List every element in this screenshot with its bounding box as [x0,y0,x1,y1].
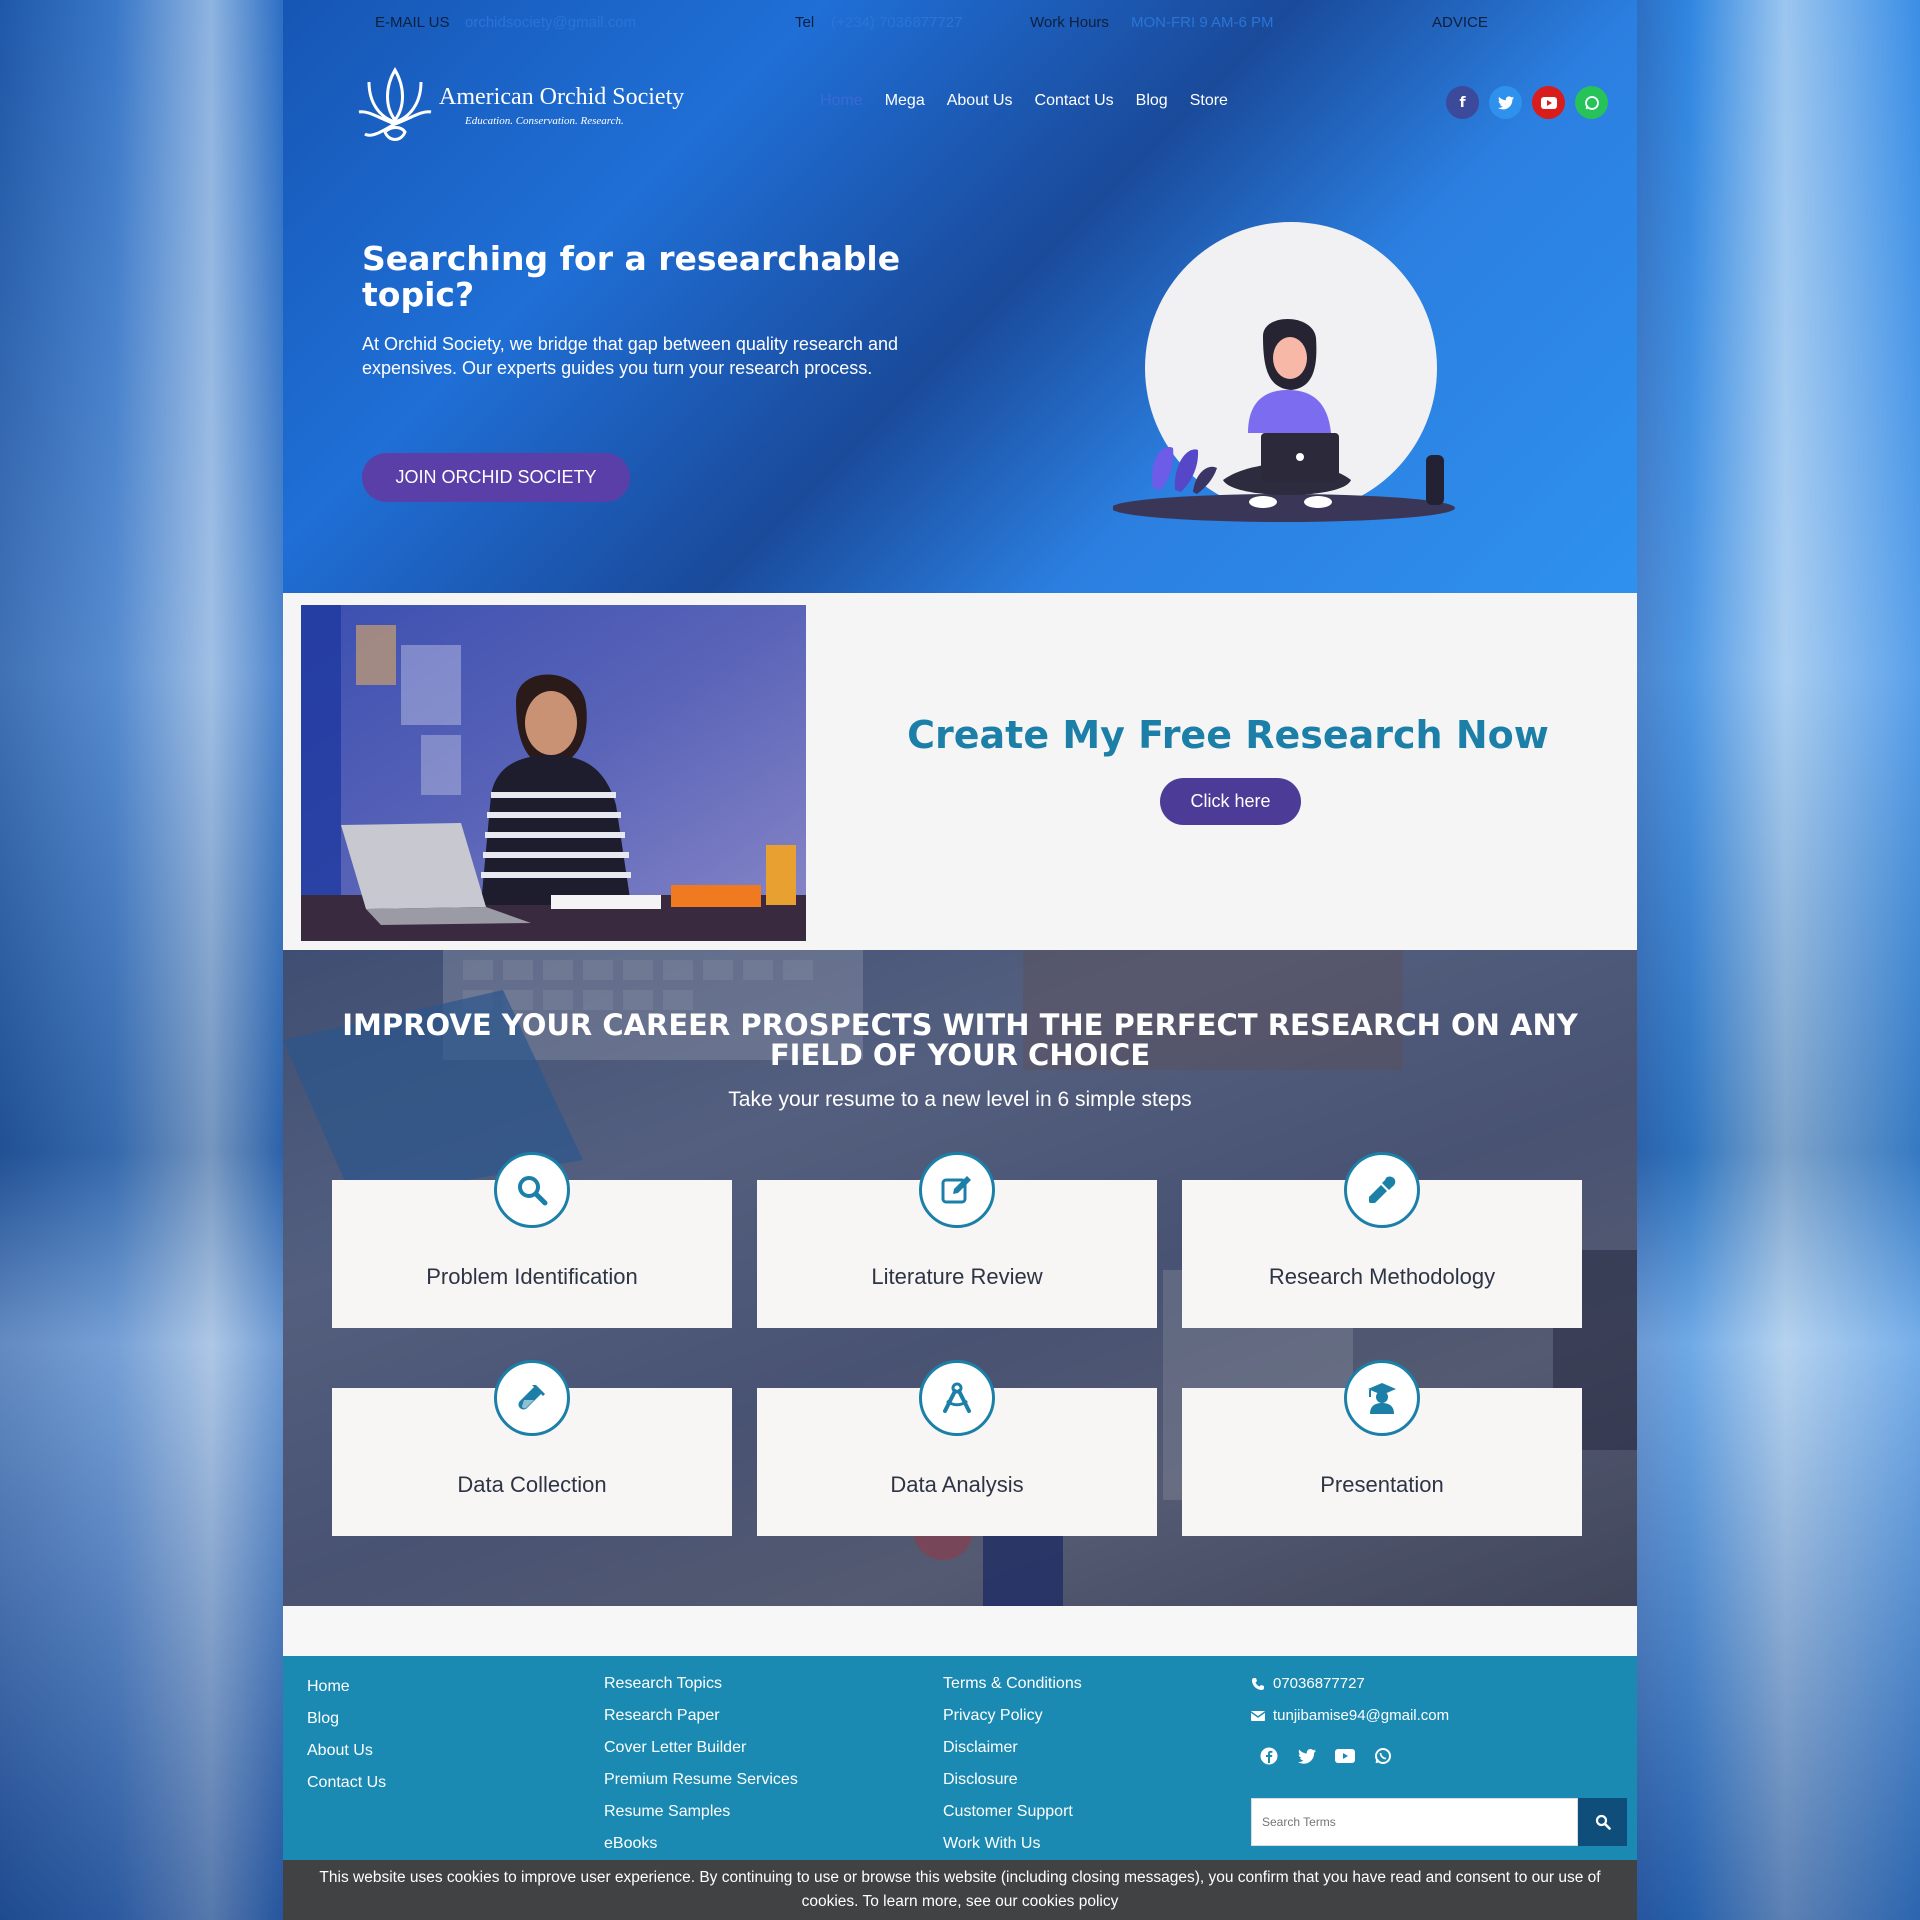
step-label: Literature Review [871,1264,1043,1289]
cookie-text: This website uses cookies to improve use… [319,1869,1601,1910]
step-label: Data Analysis [890,1472,1024,1497]
cta-title: Create My Free Research Now [907,713,1549,757]
site-footer: Home Blog About Us Contact Us Research T… [283,1656,1637,1860]
free-research-section: Create My Free Research Now Click here [283,593,1637,950]
envelope-icon [1251,1711,1265,1721]
research-steps-section: IMPROVE YOUR CAREER PROSPECTS WITH THE P… [283,950,1637,1606]
footer-search [1251,1798,1627,1846]
twitter-icon[interactable] [1297,1746,1317,1766]
steps-title: IMPROVE YOUR CAREER PROSPECTS WITH THE P… [342,1008,1578,1072]
work-hours-label: Work Hours [1030,14,1109,31]
footer-email-row[interactable]: tunjibamise94@gmail.com [1251,1700,1449,1732]
logo-name: American Orchid Society [439,84,685,110]
footer-link-cover-letter-builder[interactable]: Cover Letter Builder [604,1732,798,1764]
footer-link-customer-support[interactable]: Customer Support [943,1796,1082,1828]
footer-phone-row[interactable]: 07036877727 [1251,1668,1449,1700]
edit-icon [919,1152,995,1228]
search-icon [1595,1814,1611,1830]
footer-link-premium-resume-services[interactable]: Premium Resume Services [604,1764,798,1796]
orchid-logo-icon [358,67,432,141]
footer-link-privacy-policy[interactable]: Privacy Policy [943,1700,1082,1732]
search-button[interactable] [1578,1798,1627,1846]
nav-contact-us[interactable]: Contact Us [1035,92,1114,110]
header-social-links: f [1446,86,1608,119]
footer-email: tunjibamise94@gmail.com [1273,1707,1450,1724]
drafting-compass-icon [919,1360,995,1436]
nav-store[interactable]: Store [1190,92,1228,110]
footer-link-home[interactable]: Home [307,1671,386,1703]
main-nav: Home Mega About Us Contact Us Blog Store [820,92,1228,110]
step-label: Presentation [1320,1472,1444,1497]
footer-link-contact-us[interactable]: Contact Us [307,1767,386,1799]
step-card[interactable]: Problem Identification [332,1152,732,1328]
step-label: Research Methodology [1268,1264,1496,1289]
step-card[interactable]: Literature Review [757,1152,1157,1328]
phone-icon [1252,1678,1264,1690]
step-card[interactable]: Data Collection [332,1360,732,1536]
facebook-icon[interactable]: f [1446,86,1479,119]
step-card[interactable]: Data Analysis [757,1360,1157,1536]
site-logo[interactable]: American Orchid Society Education. Conse… [355,62,684,148]
tel-label: Tel [795,14,815,31]
twitter-icon[interactable] [1489,86,1522,119]
step-label: Data Collection [457,1472,607,1497]
footer-link-about-us[interactable]: About Us [307,1735,386,1767]
webpage: E-MAIL US orchidsociety@gmail.com Tel (+… [283,0,1637,1920]
student-photo [301,605,806,941]
step-label: Problem Identification [426,1264,638,1289]
nav-home[interactable]: Home [820,92,863,110]
hero-title: Searching for a researchable topic? [362,239,901,314]
top-info-bar: E-MAIL US orchidsociety@gmail.com Tel (+… [283,14,1637,36]
footer-contact: 07036877727 tunjibamise94@gmail.com [1251,1668,1449,1732]
click-here-button[interactable]: Click here [1160,778,1301,825]
tel-link[interactable]: (+234) 7036877727 [831,14,962,31]
test-tube-icon [494,1360,570,1436]
whatsapp-icon[interactable] [1575,86,1608,119]
steps-subtitle: Take your resume to a new level in 6 sim… [728,1088,1192,1111]
footer-link-work-with-us[interactable]: Work With Us [943,1828,1082,1860]
search-input[interactable] [1251,1798,1578,1846]
hero-section: E-MAIL US orchidsociety@gmail.com Tel (+… [283,0,1637,593]
advice-link[interactable]: ADVICE [1432,14,1488,31]
facebook-icon[interactable] [1259,1746,1279,1766]
eyedropper-icon [1344,1152,1420,1228]
youtube-icon[interactable] [1532,86,1565,119]
search-icon [494,1152,570,1228]
nav-blog[interactable]: Blog [1136,92,1168,110]
footer-phone: 07036877727 [1273,1675,1365,1692]
work-hours-value: MON-FRI 9 AM-6 PM [1131,14,1274,31]
step-card[interactable]: Research Methodology [1182,1152,1582,1328]
email-label: E-MAIL US [375,14,450,31]
nav-mega[interactable]: Mega [885,92,925,110]
footer-social-links [1259,1746,1393,1766]
whatsapp-icon[interactable] [1373,1746,1393,1766]
footer-col-legal: Terms & Conditions Privacy Policy Discla… [943,1668,1082,1860]
footer-link-terms[interactable]: Terms & Conditions [943,1668,1082,1700]
graduate-icon [1344,1360,1420,1436]
footer-link-resume-samples[interactable]: Resume Samples [604,1796,798,1828]
footer-link-research-topics[interactable]: Research Topics [604,1668,798,1700]
footer-link-research-paper[interactable]: Research Paper [604,1700,798,1732]
footer-col-resources: Research Topics Research Paper Cover Let… [604,1668,798,1860]
logo-tagline: Education. Conservation. Research. [465,115,624,127]
cookie-banner: This website uses cookies to improve use… [283,1860,1637,1920]
youtube-icon[interactable] [1335,1746,1355,1766]
hero-text: At Orchid Society, we bridge that gap be… [362,334,898,378]
footer-col-main: Home Blog About Us Contact Us [307,1671,386,1799]
nav-about-us[interactable]: About Us [947,92,1013,110]
woman-with-laptop-illustration [1113,222,1455,522]
footer-link-disclaimer[interactable]: Disclaimer [943,1732,1082,1764]
footer-link-disclosure[interactable]: Disclosure [943,1764,1082,1796]
footer-link-blog[interactable]: Blog [307,1703,386,1735]
step-card[interactable]: Presentation [1182,1360,1582,1536]
spacer [283,1606,1637,1656]
join-orchid-society-button[interactable]: JOIN ORCHID SOCIETY [362,453,630,502]
footer-link-ebooks[interactable]: eBooks [604,1828,798,1860]
email-link[interactable]: orchidsociety@gmail.com [465,14,636,31]
